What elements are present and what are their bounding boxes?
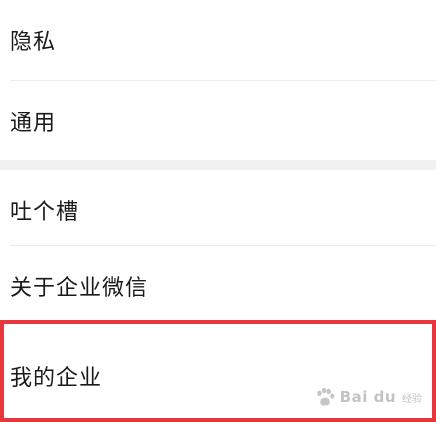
settings-item-privacy[interactable]: 隐私	[0, 0, 436, 80]
settings-group-top: 隐私 通用	[0, 0, 436, 160]
settings-item-general[interactable]: 通用	[0, 81, 436, 161]
paw-icon	[316, 387, 335, 406]
settings-item-label: 隐私	[10, 30, 57, 55]
settings-item-my-enterprise[interactable]: 我的企业	[0, 330, 436, 422]
settings-screen: 隐私 通用 吐个槽 关于企业微信 我的企业 Bai du 经验	[0, 0, 436, 422]
section-gap	[0, 160, 436, 170]
settings-item-label: 吐个槽	[10, 200, 80, 225]
watermark-subtext: 经验	[402, 393, 422, 405]
settings-item-label: 我的企业	[10, 366, 103, 391]
baidu-watermark: Bai du 经验	[314, 386, 422, 408]
watermark-text: Bai du	[339, 388, 396, 406]
settings-item-about[interactable]: 关于企业微信	[0, 246, 436, 326]
settings-group-bottom: 吐个槽 关于企业微信 我的企业	[0, 170, 436, 422]
settings-item-feedback[interactable]: 吐个槽	[0, 170, 436, 250]
settings-item-label: 关于企业微信	[10, 276, 149, 301]
settings-item-label: 通用	[10, 111, 57, 136]
